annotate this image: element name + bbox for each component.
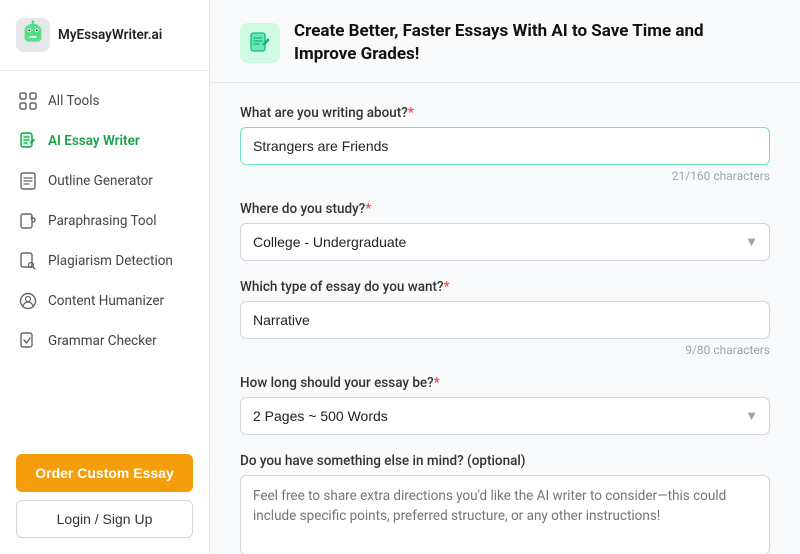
writing-about-char-count: 21/160 characters bbox=[240, 169, 770, 183]
writing-about-group: What are you writing about?* 21/160 char… bbox=[240, 105, 770, 183]
extra-directions-label: Do you have something else in mind? (opt… bbox=[240, 453, 770, 469]
study-label: Where do you study?* bbox=[240, 201, 770, 217]
logo-area: MyEssayWriter.ai bbox=[0, 0, 209, 71]
essay-type-group: Which type of essay do you want?* 9/80 c… bbox=[240, 279, 770, 357]
essay-length-select-wrapper: 1 Page ~ 275 Words 2 Pages ~ 500 Words 3… bbox=[240, 397, 770, 435]
extra-directions-group: Do you have something else in mind? (opt… bbox=[240, 453, 770, 554]
form-area: What are you writing about?* 21/160 char… bbox=[210, 83, 800, 554]
sidebar-item-label-ai-essay-writer: AI Essay Writer bbox=[48, 133, 140, 149]
refresh-doc-icon bbox=[18, 211, 38, 231]
essay-length-label: How long should your essay be?* bbox=[240, 375, 770, 391]
sidebar-item-plagiarism-detection[interactable]: Plagiarism Detection bbox=[0, 241, 209, 281]
check-doc-icon bbox=[18, 331, 38, 351]
main-header: Create Better, Faster Essays With AI to … bbox=[210, 0, 800, 83]
search-doc-icon bbox=[18, 251, 38, 271]
extra-directions-textarea[interactable] bbox=[240, 475, 770, 554]
sidebar-item-paraphrasing-tool[interactable]: Paraphrasing Tool bbox=[0, 201, 209, 241]
sidebar-item-label-outline-generator: Outline Generator bbox=[48, 173, 153, 189]
sidebar-item-ai-essay-writer[interactable]: AI Essay Writer bbox=[0, 121, 209, 161]
sidebar-item-content-humanizer[interactable]: Content Humanizer bbox=[0, 281, 209, 321]
study-select-wrapper: High School College - Undergraduate Coll… bbox=[240, 223, 770, 261]
study-select[interactable]: High School College - Undergraduate Coll… bbox=[240, 223, 770, 261]
essay-length-group: How long should your essay be?* 1 Page ~… bbox=[240, 375, 770, 435]
essay-type-char-count: 9/80 characters bbox=[240, 343, 770, 357]
essay-length-select[interactable]: 1 Page ~ 275 Words 2 Pages ~ 500 Words 3… bbox=[240, 397, 770, 435]
nav-items: All Tools AI Essay Writer bbox=[0, 71, 209, 438]
sidebar-item-outline-generator[interactable]: Outline Generator bbox=[0, 161, 209, 201]
doc-edit-icon bbox=[18, 131, 38, 151]
sidebar-item-all-tools[interactable]: All Tools bbox=[0, 81, 209, 121]
sidebar-item-label-all-tools: All Tools bbox=[48, 93, 100, 109]
sidebar-item-label-content-humanizer: Content Humanizer bbox=[48, 293, 164, 309]
order-custom-essay-button[interactable]: Order Custom Essay bbox=[16, 454, 193, 492]
list-doc-icon bbox=[18, 171, 38, 191]
study-group: Where do you study?* High School College… bbox=[240, 201, 770, 261]
essay-writer-doc-icon bbox=[240, 23, 280, 63]
sidebar: MyEssayWriter.ai All Tools bbox=[0, 0, 210, 554]
essay-type-label: Which type of essay do you want?* bbox=[240, 279, 770, 295]
sidebar-item-label-plagiarism-detection: Plagiarism Detection bbox=[48, 253, 173, 269]
sidebar-item-label-grammar-checker: Grammar Checker bbox=[48, 333, 157, 349]
sidebar-item-grammar-checker[interactable]: Grammar Checker bbox=[0, 321, 209, 361]
main-title: Create Better, Faster Essays With AI to … bbox=[294, 20, 770, 66]
writing-about-input[interactable] bbox=[240, 127, 770, 165]
grid-icon bbox=[18, 91, 38, 111]
login-signup-button[interactable]: Login / Sign Up bbox=[16, 500, 193, 538]
sidebar-item-label-paraphrasing-tool: Paraphrasing Tool bbox=[48, 213, 157, 229]
logo-text: MyEssayWriter.ai bbox=[58, 27, 162, 43]
main-content: Create Better, Faster Essays With AI to … bbox=[210, 0, 800, 554]
writing-about-label: What are you writing about?* bbox=[240, 105, 770, 121]
sidebar-actions: Order Custom Essay Login / Sign Up bbox=[0, 438, 209, 554]
essay-type-input[interactable] bbox=[240, 301, 770, 339]
person-circle-icon bbox=[18, 291, 38, 311]
logo-icon bbox=[16, 18, 50, 52]
